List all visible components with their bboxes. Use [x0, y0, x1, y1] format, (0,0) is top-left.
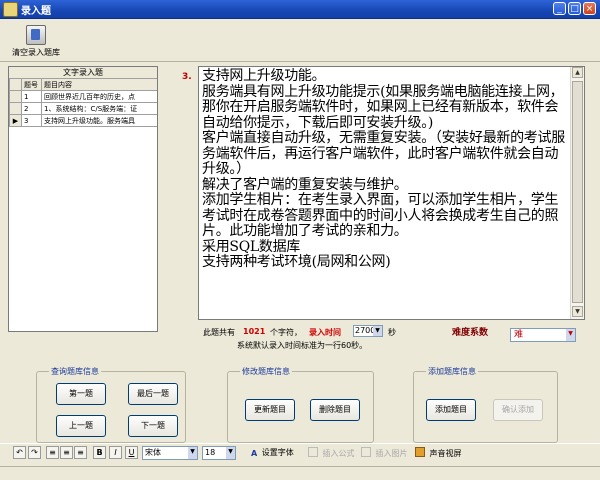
- next-question-button[interactable]: 下一题: [128, 415, 178, 437]
- title-bar: 录入题 _ □ ×: [0, 0, 600, 19]
- chevron-down-icon[interactable]: ▼: [566, 329, 575, 341]
- insert-image-button[interactable]: 插入图片: [361, 447, 408, 459]
- undo-icon[interactable]: ↶: [13, 446, 26, 459]
- grid-row-selected[interactable]: ▶ 3 支持网上升级功能。服务端具: [9, 114, 157, 127]
- clear-icon: [26, 25, 46, 45]
- image-icon: [361, 447, 371, 457]
- last-question-button[interactable]: 最后一题: [128, 383, 178, 405]
- align-right-icon[interactable]: ≡: [74, 446, 87, 459]
- app-icon: [3, 2, 18, 17]
- chevron-down-icon[interactable]: ▼: [226, 447, 235, 459]
- grid-header-row: 题号 题目内容: [9, 78, 157, 91]
- add-group-label: 添加题库信息: [426, 366, 478, 377]
- minimize-button[interactable]: _: [553, 2, 566, 15]
- audio-video-label: 声音视屏: [429, 449, 462, 458]
- row-content[interactable]: 回顾世界近几百年的历史，点: [41, 90, 157, 103]
- audio-video-button[interactable]: 声音视屏: [415, 447, 462, 459]
- modify-group-label: 修改题库信息: [240, 366, 292, 377]
- set-font-label: 设置字体: [261, 448, 294, 457]
- align-left-icon[interactable]: ≡: [46, 446, 59, 459]
- row-number[interactable]: 3: [21, 114, 42, 127]
- clear-question-bank-button[interactable]: 清空录入题库: [6, 22, 66, 60]
- question-text-editor[interactable]: 支持网上升级功能。 服务端具有网上升级功能提示(如果服务端电脑能连接上网，那你在…: [198, 66, 585, 320]
- insert-formula-button[interactable]: 插入公式: [308, 447, 355, 459]
- underline-button[interactable]: U: [125, 446, 138, 459]
- grid-header-content[interactable]: 题目内容: [41, 78, 157, 91]
- chevron-down-icon[interactable]: ▼: [373, 326, 382, 336]
- grid-header-number[interactable]: 题号: [21, 78, 42, 91]
- font-value: 宋体: [145, 448, 161, 457]
- italic-button[interactable]: I: [109, 446, 122, 459]
- insert-image-label: 插入图片: [375, 449, 408, 458]
- update-question-button[interactable]: 更新题目: [245, 399, 295, 421]
- row-content[interactable]: 支持网上升级功能。服务端具: [41, 114, 157, 127]
- difficulty-value: 难: [514, 330, 524, 340]
- difficulty-label: 难度系数: [452, 328, 489, 338]
- row-indicator: [9, 102, 22, 115]
- bold-button[interactable]: B: [93, 446, 106, 459]
- window-title: 录入题: [21, 6, 51, 17]
- confirm-add-button[interactable]: 确认添加: [493, 399, 543, 421]
- time-label: 录入时间: [309, 328, 341, 337]
- current-row-arrow-icon: ▶: [9, 114, 22, 127]
- set-font-button[interactable]: A 设置字体: [251, 447, 294, 459]
- time-standard-note: 系统默认录入时间标准为一行60秒。: [237, 341, 368, 350]
- char-count-prefix: 此题共有: [203, 328, 235, 337]
- font-size-value: 18: [205, 448, 216, 457]
- font-icon: A: [251, 449, 258, 458]
- grid-row[interactable]: 2 1、系统结构：C/S服务端：证: [9, 102, 157, 115]
- row-content[interactable]: 1、系统结构：C/S服务端：证: [41, 102, 157, 115]
- delete-question-button[interactable]: 删除题目: [310, 399, 360, 421]
- scroll-thumb[interactable]: [572, 81, 583, 303]
- row-number[interactable]: 1: [21, 90, 42, 103]
- grid-row[interactable]: 1 回顾世界近几百年的历史，点: [9, 90, 157, 103]
- seconds-label: 秒: [388, 328, 396, 337]
- row-indicator: [9, 90, 22, 103]
- row-number[interactable]: 2: [21, 102, 42, 115]
- scroll-down-icon[interactable]: ▼: [572, 306, 583, 317]
- previous-question-button[interactable]: 上一题: [56, 415, 106, 437]
- editor-scrollbar[interactable]: ▲ ▼: [570, 67, 584, 319]
- insert-formula-label: 插入公式: [322, 449, 355, 458]
- difficulty-select[interactable]: 难 ▼: [510, 328, 576, 342]
- question-text[interactable]: 支持网上升级功能。 服务端具有网上升级功能提示(如果服务端电脑能连接上网，那你在…: [202, 68, 570, 271]
- question-grid[interactable]: 文字录入题 题号 题目内容 1 回顾世界近几百年的历史，点 2 1、系统结构：C…: [8, 66, 158, 332]
- formula-icon: [308, 447, 318, 457]
- first-question-button[interactable]: 第一题: [56, 383, 106, 405]
- time-select[interactable]: 2700 ▼: [353, 325, 383, 337]
- status-bar: [0, 466, 600, 480]
- format-toolbar: [0, 443, 600, 464]
- query-group-label: 查询题库信息: [49, 366, 101, 377]
- scroll-up-icon[interactable]: ▲: [572, 67, 583, 78]
- redo-icon[interactable]: ↷: [28, 446, 41, 459]
- toolbar: [0, 19, 600, 62]
- grid-header-indicator: [9, 78, 22, 91]
- question-number: 3.: [182, 72, 192, 82]
- font-size-select[interactable]: 18 ▼: [202, 446, 236, 460]
- align-center-icon[interactable]: ≡: [60, 446, 73, 459]
- char-count-suffix: 个字符，: [270, 328, 302, 337]
- char-count: 1021: [243, 327, 266, 336]
- clear-question-bank-label: 清空录入题库: [12, 48, 60, 57]
- add-question-button[interactable]: 添加题目: [426, 399, 476, 421]
- media-icon: [415, 447, 425, 457]
- chevron-down-icon[interactable]: ▼: [188, 447, 197, 459]
- close-button[interactable]: ×: [583, 2, 596, 15]
- maximize-button[interactable]: □: [568, 2, 581, 15]
- font-select[interactable]: 宋体 ▼: [142, 446, 198, 460]
